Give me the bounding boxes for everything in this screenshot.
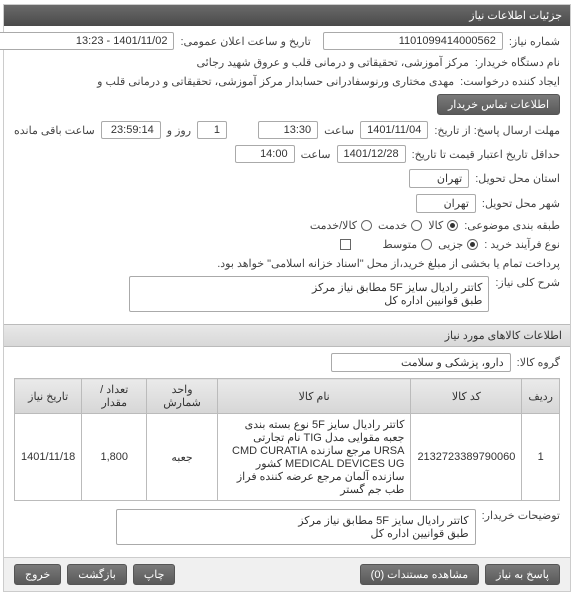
- requester-label: ایجاد کننده درخواست:: [461, 75, 561, 88]
- announce-label: تاریخ و ساعت اعلان عمومی:: [181, 35, 311, 48]
- row-process: نوع فرآیند خرید : جزیی متوسط پرداخت تمام…: [15, 238, 561, 270]
- radio-jozei[interactable]: [468, 239, 479, 250]
- contact-buyer-button[interactable]: اطلاعات تماس خریدار: [438, 94, 561, 115]
- desc-label: شرح کلی نیاز:: [496, 276, 561, 289]
- validity-date: 1401/12/28: [338, 145, 407, 163]
- panel-body: شماره نیاز: 1101099414000562 تاریخ و ساع…: [5, 26, 571, 324]
- row-buyer-desc: توضیحات خریدار: کاتتر رادیال سایز 5F مطا…: [15, 509, 561, 545]
- th-qty: تعداد / مقدار: [83, 379, 148, 414]
- footer-right: پاسخ به نیاز مشاهده مستندات (0): [361, 564, 561, 585]
- exit-button[interactable]: خروج: [15, 564, 62, 585]
- cell-name: کاتتر رادیال سایز 5F نوع بسته بندی جعبه …: [218, 414, 412, 501]
- cell-code: 2132723389790060: [412, 414, 523, 501]
- radio-kala[interactable]: [448, 220, 459, 231]
- group-label: گروه کالا:: [518, 356, 561, 369]
- radio-jozei-label: جزیی: [439, 238, 464, 251]
- deadline-time: 13:30: [259, 121, 319, 139]
- radio-kala-khadmat[interactable]: [362, 220, 373, 231]
- buyer-label: نام دستگاه خریدار:: [476, 56, 561, 69]
- main-panel: جزئیات اطلاعات نیاز شماره نیاز: 11010994…: [4, 4, 572, 592]
- radio-khadmat-label: خدمت: [379, 219, 408, 232]
- remain-label: ساعت باقی مانده: [15, 124, 96, 137]
- items-header: اطلاعات کالاهای مورد نیاز: [5, 324, 571, 347]
- print-button[interactable]: چاپ: [134, 564, 177, 585]
- table-header-row: ردیف کد کالا نام کالا واحد شمارش تعداد /…: [16, 379, 561, 414]
- row-buyer: نام دستگاه خریدار: مرکز آموزشی، تحقیقاتی…: [15, 56, 561, 69]
- buyer-desc-value: کاتتر رادیال سایز 5F مطابق نیاز مرکز طبق…: [117, 509, 477, 545]
- delivery-city-value: تهران: [417, 194, 477, 213]
- delivery-city-label: شهر محل تحویل:: [483, 197, 561, 210]
- radio-kala-khadmat-label: کالا/خدمت: [311, 219, 358, 232]
- respond-button[interactable]: پاسخ به نیاز: [486, 564, 561, 585]
- day-label: روز و: [168, 124, 192, 137]
- th-unit: واحد شمارش: [148, 379, 219, 414]
- desc-value: کاتتر رادیال سایز 5F مطابق نیاز مرکز طبق…: [130, 276, 490, 312]
- deadline-label: مهلت ارسال پاسخ: از تاریخ:: [435, 124, 561, 137]
- th-name: نام کالا: [218, 379, 412, 414]
- process-note: پرداخت تمام یا بخشی از مبلغ خرید،از محل …: [218, 257, 561, 270]
- th-idx: ردیف: [523, 379, 561, 414]
- footer: پاسخ به نیاز مشاهده مستندات (0) چاپ بازگ…: [5, 557, 571, 591]
- items-body: گروه کالا: دارو، پزشکی و سلامت ردیف کد ک…: [5, 347, 571, 557]
- group-value: دارو، پزشکی و سلامت: [332, 353, 512, 372]
- deadline-date: 1401/11/04: [361, 121, 429, 139]
- th-date: تاریخ نیاز: [16, 379, 83, 414]
- time-label-2: ساعت: [302, 148, 332, 161]
- buyer-desc-label: توضیحات خریدار:: [483, 509, 561, 522]
- row-need-number: شماره نیاز: 1101099414000562 تاریخ و ساع…: [15, 32, 561, 50]
- cell-unit: جعبه: [148, 414, 219, 501]
- row-requester: ایجاد کننده درخواست: مهدی مختاری ورنوسفا…: [15, 75, 561, 115]
- row-validity: حداقل تاریخ اعتبار قیمت تا تاریخ: 1401/1…: [15, 145, 561, 163]
- th-code: کد کالا: [412, 379, 523, 414]
- time-label-1: ساعت: [325, 124, 355, 137]
- process-label: نوع فرآیند خرید :: [485, 238, 561, 251]
- items-table: ردیف کد کالا نام کالا واحد شمارش تعداد /…: [15, 378, 561, 501]
- requester-value: مهدی مختاری ورنوسفادرانی حسابدار مرکز آم…: [98, 75, 455, 88]
- row-deadline: مهلت ارسال پاسخ: از تاریخ: 1401/11/04 سا…: [15, 121, 561, 139]
- need-number-label: شماره نیاز:: [510, 35, 561, 48]
- days-left: 1: [198, 121, 228, 139]
- validity-time: 14:00: [236, 145, 296, 163]
- cell-idx: 1: [523, 414, 561, 501]
- need-number-value: 1101099414000562: [324, 32, 504, 50]
- footer-left: چاپ بازگشت خروج: [15, 564, 176, 585]
- row-desc: شرح کلی نیاز: کاتتر رادیال سایز 5F مطابق…: [15, 276, 561, 312]
- radio-khadmat[interactable]: [412, 220, 423, 231]
- view-docs-button[interactable]: مشاهده مستندات (0): [361, 564, 481, 585]
- row-subject: طبقه بندی موضوعی: کالا خدمت کالا/خدمت: [15, 219, 561, 232]
- subject-label: طبقه بندی موضوعی:: [465, 219, 561, 232]
- radio-kala-label: کالا: [429, 219, 444, 232]
- announce-value: 1401/11/02 - 13:23: [0, 32, 175, 50]
- row-group: گروه کالا: دارو، پزشکی و سلامت: [15, 353, 561, 372]
- buyer-value: مرکز آموزشی، تحقیقاتی و درمانی قلب و عرو…: [198, 56, 470, 69]
- delivery-province-value: تهران: [410, 169, 470, 188]
- table-row[interactable]: 1 2132723389790060 کاتتر رادیال سایز 5F …: [16, 414, 561, 501]
- radio-motavaset-label: متوسط: [384, 238, 419, 251]
- cell-date: 1401/11/18: [16, 414, 83, 501]
- cell-qty: 1,800: [83, 414, 148, 501]
- time-left: 23:59:14: [102, 121, 162, 139]
- delivery-province-label: استان محل تحویل:: [476, 172, 561, 185]
- validity-label: حداقل تاریخ اعتبار قیمت تا تاریخ:: [413, 148, 561, 161]
- checkbox-treasury[interactable]: [341, 239, 352, 250]
- radio-motavaset[interactable]: [422, 239, 433, 250]
- back-button[interactable]: بازگشت: [68, 564, 128, 585]
- panel-title: جزئیات اطلاعات نیاز: [5, 5, 571, 26]
- row-delivery-province: استان محل تحویل: تهران: [15, 169, 561, 188]
- row-delivery-city: شهر محل تحویل: تهران: [15, 194, 561, 213]
